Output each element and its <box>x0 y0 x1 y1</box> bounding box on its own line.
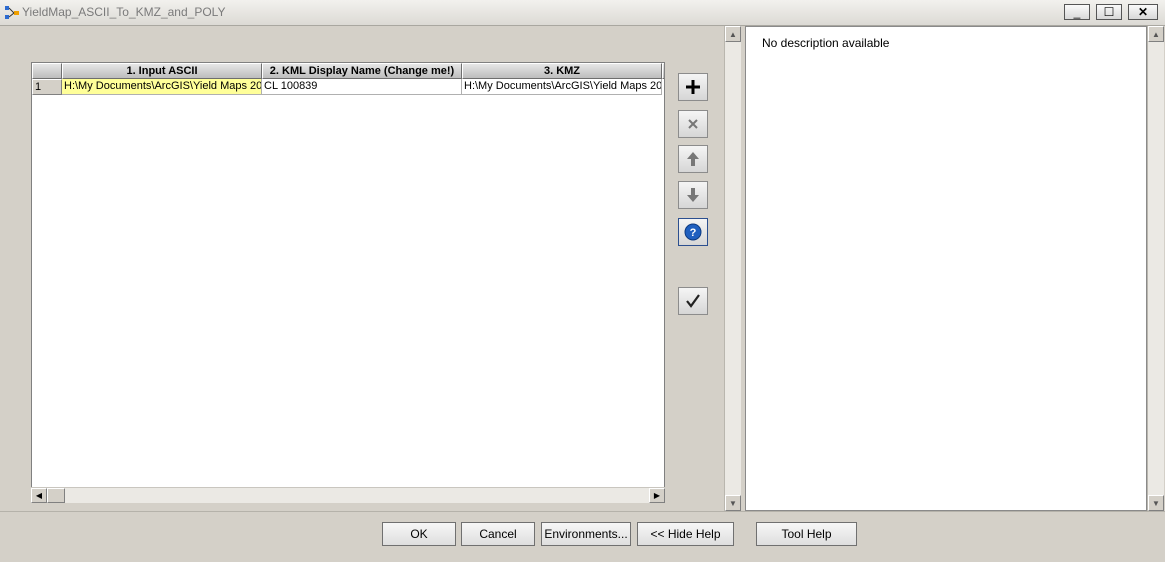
remove-row-button[interactable] <box>678 110 708 138</box>
maximize-icon: ☐ <box>1103 5 1115 19</box>
help-icon: ? <box>684 223 702 241</box>
svg-text:?: ? <box>690 227 697 239</box>
checkmark-icon <box>686 294 700 308</box>
scroll-up-icon: ▲ <box>729 29 737 39</box>
column-header-kml-display-name[interactable]: 2. KML Display Name (Change me!) <box>262 63 462 79</box>
help-scroll-down-button[interactable]: ▼ <box>1148 495 1164 511</box>
parameter-grid: 1. Input ASCII 2. KML Display Name (Chan… <box>31 62 665 489</box>
column-header-overflow <box>662 63 664 79</box>
model-builder-icon <box>5 6 19 19</box>
close-window-button[interactable]: ✕ <box>1128 4 1158 20</box>
minimize-icon: _ <box>1073 5 1081 19</box>
grid-horizontal-scrollbar[interactable]: ◀ ▶ <box>31 487 665 503</box>
parameters-pane: 1. Input ASCII 2. KML Display Name (Chan… <box>0 26 723 511</box>
scroll-down-button[interactable]: ▼ <box>725 495 741 511</box>
scroll-right-button[interactable]: ▶ <box>649 488 665 503</box>
help-panel: No description available <box>745 26 1147 511</box>
close-icon: ✕ <box>1137 5 1149 19</box>
help-vertical-scrollbar[interactable]: ▲ ▼ <box>1147 26 1164 511</box>
ok-button[interactable]: OK <box>382 522 456 546</box>
dialog-body: 1. Input ASCII 2. KML Display Name (Chan… <box>0 26 1165 511</box>
cancel-button[interactable]: Cancel <box>461 522 535 546</box>
move-down-button[interactable] <box>678 181 708 209</box>
cell-kml-display-name[interactable]: CL 100839 <box>262 79 462 95</box>
cell-kmz[interactable]: H:\My Documents\ArcGIS\Yield Maps 20 <box>462 79 662 95</box>
column-header-input-ascii[interactable]: 1. Input ASCII <box>62 63 262 79</box>
minimize-button[interactable]: _ <box>1064 4 1090 20</box>
plus-icon <box>686 80 700 94</box>
scroll-down-icon: ▼ <box>1152 498 1160 508</box>
tool-help-button[interactable]: Tool Help <box>756 522 857 546</box>
scroll-right-icon: ▶ <box>653 491 661 500</box>
arrow-up-icon <box>687 152 699 166</box>
title-bar: YieldMap_ASCII_To_KMZ_and_POLY _ ☐ ✕ <box>0 0 1165 26</box>
help-scroll-up-button[interactable]: ▲ <box>1148 26 1164 42</box>
dialog-button-bar: OK Cancel Environments... << Hide Help T… <box>0 511 1165 562</box>
row-number[interactable]: 1 <box>32 79 62 95</box>
table-row: 1 H:\My Documents\ArcGIS\Yield Maps 20 C… <box>32 79 662 95</box>
scroll-up-button[interactable]: ▲ <box>725 26 741 42</box>
close-icon <box>688 119 698 129</box>
cell-input-ascii[interactable]: H:\My Documents\ArcGIS\Yield Maps 20 <box>62 79 262 95</box>
parameters-vertical-scrollbar[interactable]: ▲ ▼ <box>724 26 741 511</box>
environments-button[interactable]: Environments... <box>541 522 631 546</box>
scroll-left-button[interactable]: ◀ <box>31 488 47 503</box>
validate-button[interactable] <box>678 287 708 315</box>
scroll-down-icon: ▼ <box>729 498 737 508</box>
window-title: YieldMap_ASCII_To_KMZ_and_POLY <box>22 5 226 19</box>
scroll-left-icon: ◀ <box>35 491 43 500</box>
add-row-button[interactable] <box>678 73 708 101</box>
column-header-kmz[interactable]: 3. KMZ <box>462 63 662 79</box>
help-description: No description available <box>762 36 890 50</box>
maximize-button[interactable]: ☐ <box>1096 4 1122 20</box>
grid-header-row: 1. Input ASCII 2. KML Display Name (Chan… <box>32 63 664 79</box>
scroll-up-icon: ▲ <box>1152 29 1160 39</box>
horizontal-scroll-thumb[interactable] <box>47 488 65 503</box>
move-up-button[interactable] <box>678 145 708 173</box>
row-header-corner <box>32 63 62 79</box>
hide-help-button[interactable]: << Hide Help <box>637 522 734 546</box>
help-button[interactable]: ? <box>678 218 708 246</box>
arrow-down-icon <box>687 188 699 202</box>
